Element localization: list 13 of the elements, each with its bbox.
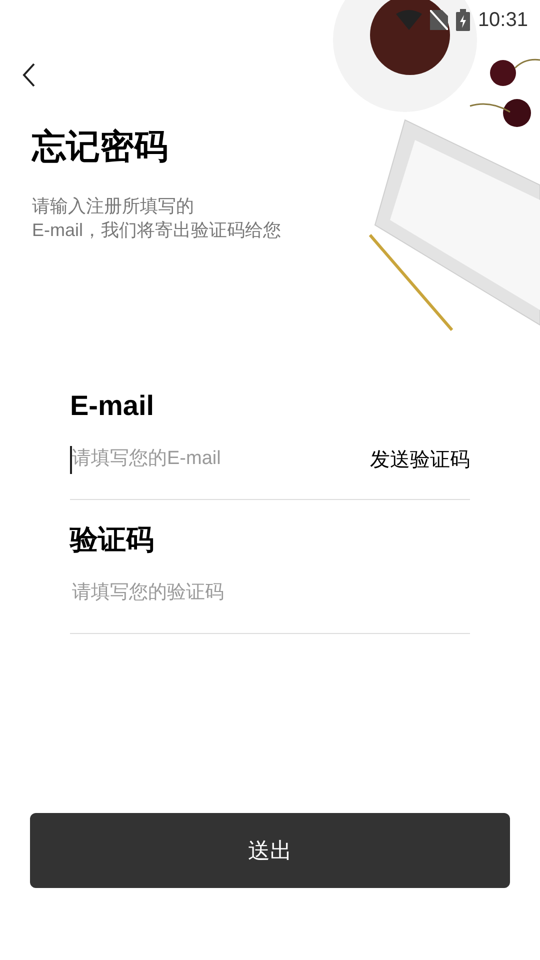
field-label: E-mail: [70, 392, 156, 420]
page-subtitle: 请输入注册所填写的 E-mail，我们将寄出验证码给您: [32, 195, 282, 242]
back-chevron-icon: [22, 62, 36, 88]
status-time: 10:31: [478, 8, 528, 33]
send-code-button[interactable]: 发送验证码: [370, 444, 470, 474]
no-sim-icon: [430, 10, 448, 30]
battery-charging-icon: [456, 9, 470, 31]
field-label: 验证码: [70, 526, 155, 554]
input-field[interactable]: 请填写您的验证码: [72, 579, 470, 608]
submit-button[interactable]: 送出: [30, 813, 510, 888]
wifi-icon: [396, 10, 422, 30]
input-field[interactable]: 请填写您的E-mail: [72, 445, 370, 474]
page-title: 忘记密码: [32, 130, 169, 164]
